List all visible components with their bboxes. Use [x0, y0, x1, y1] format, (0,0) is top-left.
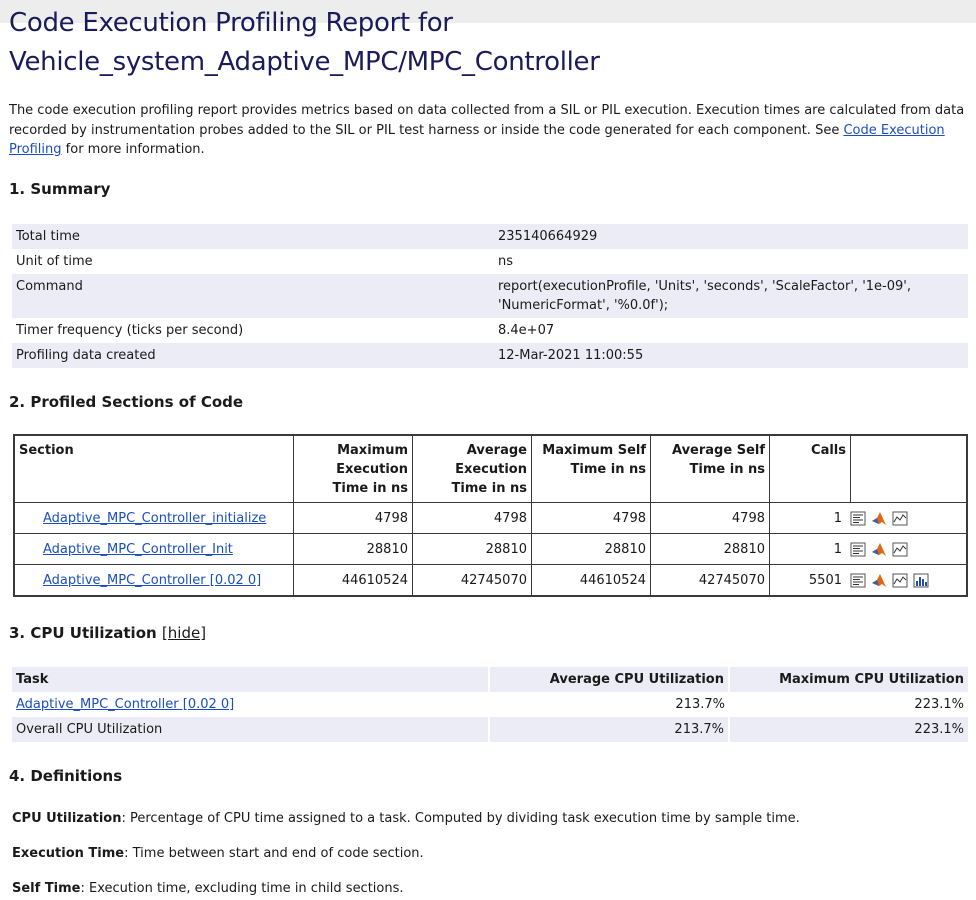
section-name-cell: Adaptive_MPC_Controller_Init: [13, 533, 294, 565]
timeline-icon[interactable]: [892, 511, 908, 526]
task-link[interactable]: Adaptive_MPC_Controller [0.02 0]: [16, 697, 234, 712]
column-header-max-cpu: Maximum CPU Utilization: [728, 667, 968, 692]
section-name-cell: Adaptive_MPC_Controller [0.02 0]: [13, 564, 294, 597]
max-exec-cell: 28810: [293, 533, 413, 565]
column-header-task: Task: [12, 667, 489, 692]
matlab-icon[interactable]: [871, 511, 887, 526]
table-header-row: Task Average CPU Utilization Maximum CPU…: [12, 667, 968, 692]
summary-key: Command: [12, 274, 494, 318]
code-icon[interactable]: [850, 573, 866, 588]
timeline-icon[interactable]: [892, 542, 908, 557]
avg-self-cell: 42745070: [650, 564, 770, 597]
table-row: Adaptive_MPC_Controller_Init 28810 28810…: [13, 533, 968, 565]
definitions-heading: 4. Definitions: [9, 767, 123, 785]
calls-cell: 5501: [769, 564, 968, 597]
code-icon[interactable]: [850, 511, 866, 526]
max-exec-cell: 4798: [293, 502, 413, 534]
cpu-heading: 3. CPU Utilization [hide]: [9, 624, 206, 642]
summary-key: Timer frequency (ticks per second): [16, 323, 244, 338]
max-self-cell: 4798: [531, 502, 651, 534]
row-action-icons: [850, 511, 908, 526]
intro-text-end: for more information.: [61, 142, 205, 157]
summary-value: 12-Mar-2021 11:00:55: [494, 343, 968, 368]
max-exec-cell: 44610524: [293, 564, 413, 597]
row-action-icons: [850, 573, 929, 588]
row-action-icons: [850, 542, 908, 557]
cpu-heading-text: 3. CPU Utilization: [9, 624, 157, 642]
calls-value: 1: [833, 510, 842, 526]
summary-key: Profiling data created: [12, 343, 494, 368]
summary-row: Command report(executionProfile, 'Units'…: [12, 274, 968, 318]
calls-value: 1: [833, 541, 842, 557]
max-cpu-cell: 223.1%: [728, 717, 968, 742]
table-row: Adaptive_MPC_Controller [0.02 0] 213.7% …: [12, 692, 968, 717]
cpu-utilization-table: Task Average CPU Utilization Maximum CPU…: [12, 667, 968, 742]
histogram-icon[interactable]: [913, 573, 929, 588]
section-link[interactable]: Adaptive_MPC_Controller_Init: [43, 542, 233, 557]
summary-row: Timer frequency (ticks per second) 8.4e+…: [12, 318, 968, 343]
column-header-avg-exec: Average Execution Time in ns: [412, 434, 532, 503]
definition-item: Self Time: Execution time, excluding tim…: [12, 879, 404, 898]
matlab-icon[interactable]: [871, 542, 887, 557]
definition-text: : Execution time, excluding time in chil…: [80, 881, 404, 896]
definition-text: : Percentage of CPU time assigned to a t…: [121, 811, 800, 826]
column-header-calls: Calls: [769, 434, 851, 503]
summary-value: 8.4e+07: [498, 323, 555, 338]
max-self-cell: 44610524: [531, 564, 651, 597]
table-row: Adaptive_MPC_Controller_initialize 4798 …: [13, 502, 968, 534]
definition-term: Execution Time: [12, 846, 125, 861]
summary-row: Profiling data created 12-Mar-2021 11:00…: [12, 343, 968, 368]
definition-term: Self Time: [12, 881, 81, 896]
sections-heading: 2. Profiled Sections of Code: [9, 393, 244, 411]
task-cell: Adaptive_MPC_Controller [0.02 0]: [12, 692, 489, 717]
max-cpu-cell: 223.1%: [914, 697, 964, 712]
avg-self-cell: 28810: [650, 533, 770, 565]
avg-exec-cell: 4798: [412, 502, 532, 534]
summary-value: report(executionProfile, 'Units', 'secon…: [494, 274, 968, 318]
definition-item: Execution Time: Time between start and e…: [12, 844, 424, 863]
avg-self-cell: 4798: [650, 502, 770, 534]
column-header-avg-cpu: Average CPU Utilization: [488, 667, 729, 692]
avg-exec-cell: 42745070: [412, 564, 532, 597]
summary-row: Unit of time ns: [12, 249, 968, 274]
calls-cell: 1: [769, 533, 968, 565]
definition-text: : Time between start and end of code sec…: [124, 846, 424, 861]
section-link[interactable]: Adaptive_MPC_Controller [0.02 0]: [43, 573, 261, 588]
column-header-max-self: Maximum Self Time in ns: [531, 434, 651, 503]
max-self-cell: 28810: [531, 533, 651, 565]
avg-cpu-cell: 213.7%: [675, 697, 725, 712]
summary-heading: 1. Summary: [9, 180, 111, 198]
code-icon[interactable]: [850, 542, 866, 557]
summary-row: Total time 235140664929: [12, 224, 968, 249]
summary-value: ns: [498, 254, 514, 269]
column-header-avg-self: Average Self Time in ns: [650, 434, 770, 503]
timeline-icon[interactable]: [892, 573, 908, 588]
column-header-section: Section: [13, 434, 294, 503]
intro-text: The code execution profiling report prov…: [9, 103, 965, 138]
summary-key: Total time: [12, 224, 494, 249]
table-row: Adaptive_MPC_Controller [0.02 0] 4461052…: [13, 564, 968, 597]
calls-value: 5501: [808, 572, 842, 588]
column-header-max-exec: Maximum Execution Time in ns: [293, 434, 413, 503]
avg-exec-cell: 28810: [412, 533, 532, 565]
section-link[interactable]: Adaptive_MPC_Controller_initialize: [43, 511, 266, 526]
definition-term: CPU Utilization: [12, 811, 122, 826]
intro-paragraph: The code execution profiling report prov…: [9, 101, 967, 160]
summary-table: Total time 235140664929 Unit of time ns …: [12, 224, 968, 368]
hide-link[interactable]: [hide]: [162, 624, 206, 642]
summary-value: 235140664929: [494, 224, 968, 249]
avg-cpu-cell: 213.7%: [488, 717, 729, 742]
matlab-icon[interactable]: [871, 573, 887, 588]
table-header-row: Section Maximum Execution Time in ns Ave…: [13, 434, 968, 503]
profiled-sections-table: Section Maximum Execution Time in ns Ave…: [13, 434, 968, 597]
column-header-actions: [850, 434, 968, 503]
definition-item: CPU Utilization: Percentage of CPU time …: [12, 809, 800, 828]
page-title: Code Execution Profiling Report for Vehi…: [9, 8, 600, 77]
calls-cell: 1: [769, 502, 968, 534]
section-name-cell: Adaptive_MPC_Controller_initialize: [13, 502, 294, 534]
task-cell: Overall CPU Utilization: [12, 717, 489, 742]
table-row: Overall CPU Utilization 213.7% 223.1%: [12, 717, 968, 742]
summary-key: Unit of time: [16, 254, 93, 269]
